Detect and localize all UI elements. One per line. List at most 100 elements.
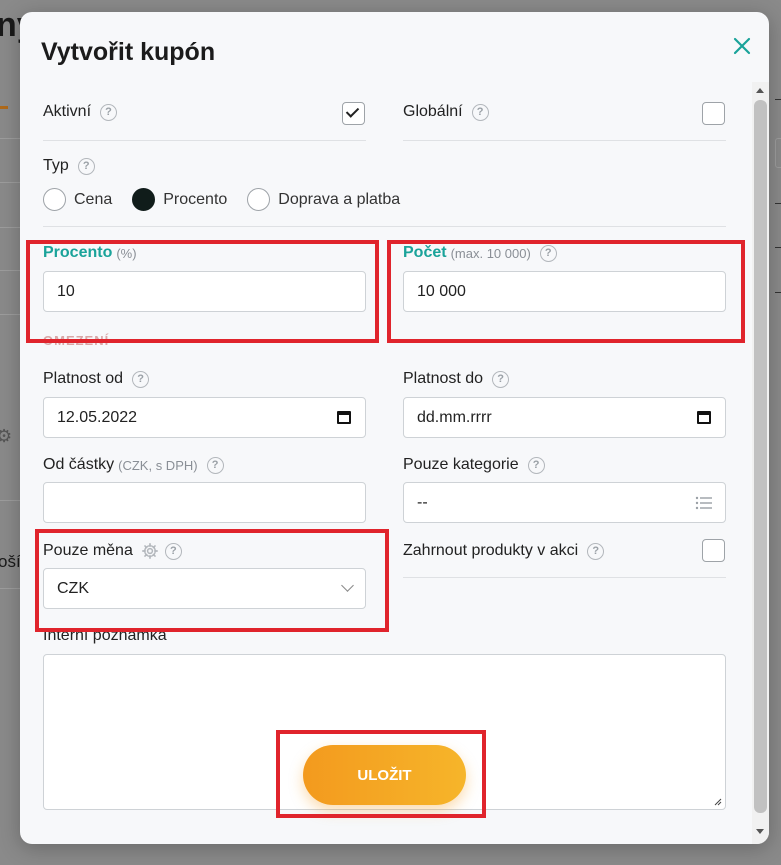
radio-procento[interactable] (132, 188, 156, 211)
background-divider (0, 500, 20, 501)
pouze-mena-label-text: Pouze měna (43, 542, 133, 559)
background-active-tab-indicator (0, 106, 8, 109)
background-divider (0, 182, 20, 183)
save-button[interactable]: ULOŽIT (303, 745, 466, 805)
pouze-mena-field: Pouze měna ? (43, 542, 182, 560)
modal-title: Vytvořit kupón (41, 38, 216, 66)
pocet-hint: (max. 10 000) (450, 245, 531, 261)
pouze-kategorie-label-text: Pouze kategorie (403, 456, 519, 473)
platnost-do-label: Platnost do? (403, 370, 510, 388)
background-divider (0, 227, 20, 228)
zahrnout-field: Zahrnout produkty v akci? (403, 542, 605, 560)
scroll-up-arrow-icon[interactable] (756, 88, 764, 93)
poznamka-label: Interní poznámka (43, 627, 167, 644)
list-icon (695, 496, 712, 510)
close-icon[interactable] (730, 34, 754, 58)
divider (43, 140, 366, 141)
platnost-od-label: Platnost od? (43, 370, 150, 388)
help-icon[interactable]: ? (471, 103, 489, 121)
procento-label: Procento (%) (43, 244, 137, 262)
od-castky-label: Od částky (CZK, s DPH)? (43, 456, 224, 474)
pouze-mena-value: CZK (57, 579, 89, 597)
scrollbar-thumb[interactable] (754, 100, 767, 813)
zahrnout-label-text: Zahrnout produkty v akci (403, 542, 579, 559)
procento-input-value: 10 (57, 282, 75, 300)
procento-input[interactable]: 10 (43, 271, 366, 312)
typ-label-text: Typ (43, 157, 69, 174)
platnost-do-field: Platnost do? (403, 370, 510, 388)
poznamka-field: Interní poznámka (43, 627, 167, 645)
pocet-field: Počet (max. 10 000)? (403, 244, 557, 262)
radio-doprava-a-platba-label[interactable]: Doprava a platba (278, 191, 400, 209)
background-right-control (775, 138, 781, 168)
resize-grip-icon[interactable] (714, 798, 722, 806)
radio-procento-label[interactable]: Procento (163, 191, 227, 209)
platnost-od-label-text: Platnost od (43, 370, 124, 387)
platnost-od-date-input[interactable]: 12.05.2022 (43, 397, 366, 438)
help-icon[interactable]: ? (206, 456, 224, 474)
od-castky-label-text: Od částky (43, 456, 115, 473)
help-icon[interactable]: ? (132, 370, 150, 388)
pocet-input[interactable]: 10 000 (403, 271, 726, 312)
od-castky-field: Od částky (CZK, s DPH)? (43, 456, 224, 474)
pouze-mena-select[interactable]: CZK (43, 568, 366, 609)
radio-doprava-a-platba[interactable] (247, 188, 271, 211)
help-icon[interactable]: ? (587, 542, 605, 560)
checkmark-icon (345, 104, 360, 118)
pouze-kategorie-label: Pouze kategorie? (403, 456, 545, 474)
procento-hint: (%) (116, 245, 137, 261)
help-icon[interactable]: ? (77, 157, 95, 175)
pouze-mena-label: Pouze měna ? (43, 542, 182, 560)
globalni-label-text: Globální (403, 103, 463, 120)
help-icon[interactable]: ? (164, 542, 182, 560)
help-icon[interactable]: ? (527, 456, 545, 474)
gear-icon[interactable] (141, 542, 159, 560)
od-castky-input[interactable] (43, 482, 366, 523)
divider (403, 140, 726, 141)
platnost-do-date-input[interactable]: dd.mm.rrrr (403, 397, 726, 438)
background-right-dash (775, 292, 781, 293)
calendar-icon[interactable] (697, 411, 711, 424)
omezeni-section-title: OMEZENÍ (43, 333, 110, 348)
scroll-down-arrow-icon[interactable] (756, 829, 764, 834)
od-castky-hint: (CZK, s DPH) (118, 457, 198, 473)
pouze-kategorie-value: -- (417, 493, 428, 511)
background-divider (0, 138, 20, 139)
globalni-label: Globální? (403, 103, 489, 121)
calendar-icon[interactable] (337, 411, 351, 424)
platnost-do-label-text: Platnost do (403, 370, 484, 387)
radio-cena-label[interactable]: Cena (74, 191, 112, 209)
help-icon[interactable]: ? (492, 370, 510, 388)
scrollbar[interactable] (752, 82, 769, 844)
chevron-down-icon (341, 579, 354, 592)
background-divider (0, 270, 20, 271)
radio-cena[interactable] (43, 188, 66, 211)
pocet-input-value: 10 000 (417, 282, 466, 300)
globalni-checkbox[interactable] (702, 102, 725, 125)
procento-label-text: Procento (43, 244, 113, 261)
platnost-od-value: 12.05.2022 (57, 408, 138, 426)
procento-field: Procento (%) (43, 244, 137, 262)
zahrnout-checkbox[interactable] (702, 539, 725, 562)
pocet-label: Počet (max. 10 000)? (403, 244, 557, 262)
pocet-label-text: Počet (403, 244, 447, 261)
typ-label: Typ? (43, 157, 95, 175)
background-divider (0, 588, 20, 589)
background-gear-icon: ⚙ (0, 426, 13, 446)
aktivni-checkbox[interactable] (342, 102, 365, 125)
zahrnout-label: Zahrnout produkty v akci? (403, 542, 605, 560)
help-icon[interactable]: ? (539, 244, 557, 262)
typ-radio-group: Cena Procento Doprava a platba (43, 188, 420, 211)
aktivni-label: Aktivní? (43, 103, 118, 121)
background-right-dash (775, 247, 781, 248)
background-right-dash (775, 203, 781, 204)
create-coupon-modal: Vytvořit kupón Aktivní? Globální? Typ? C… (20, 12, 769, 844)
background-divider (0, 314, 20, 315)
typ-field: Typ? (43, 157, 95, 175)
globalni-field: Globální? (403, 103, 489, 121)
background-right-dash (775, 99, 781, 100)
save-button-label: ULOŽIT (357, 766, 412, 784)
pouze-kategorie-select[interactable]: -- (403, 482, 726, 523)
help-icon[interactable]: ? (100, 103, 118, 121)
aktivni-label-text: Aktivní (43, 103, 92, 120)
